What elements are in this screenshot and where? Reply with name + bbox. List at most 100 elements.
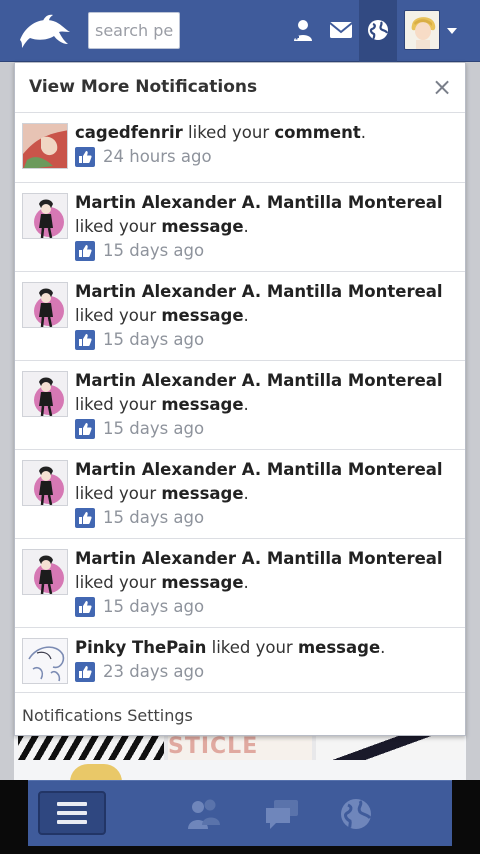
notification-timestamp: 15 days ago	[103, 330, 205, 349]
thumbs-up-icon	[75, 508, 95, 528]
notification-body: Martin Alexander A. Mantilla Montereal li…	[75, 547, 459, 619]
notification-actor[interactable]: Martin Alexander A. Mantilla Montereal	[75, 282, 443, 301]
messages-icon[interactable]	[328, 17, 354, 43]
notification-text: Martin Alexander A. Mantilla Montereal li…	[75, 280, 459, 328]
notification-avatar[interactable]	[22, 282, 68, 328]
notification-punctuation: .	[243, 395, 249, 414]
notification-object[interactable]: message	[161, 395, 243, 414]
notification-text: Martin Alexander A. Mantilla Montereal li…	[75, 369, 459, 417]
thumbs-up-icon	[75, 597, 95, 617]
background-image-right	[316, 734, 464, 760]
notifications-globe-icon	[368, 20, 389, 40]
notification-avatar[interactable]	[22, 371, 68, 417]
notification-actor[interactable]: Martin Alexander A. Mantilla Montereal	[75, 549, 443, 568]
notification-meta: 15 days ago	[75, 417, 459, 441]
thumbs-up-icon	[75, 241, 95, 261]
notification-object[interactable]: message	[161, 306, 243, 325]
pink-circle-figure-avatar	[23, 194, 67, 238]
notification-punctuation: .	[380, 638, 386, 657]
notification-meta: 15 days ago	[75, 328, 459, 352]
notification-item[interactable]: Pinky ThePain liked your message. 23 days…	[15, 628, 465, 693]
notification-item[interactable]: Martin Alexander A. Mantilla Montereal li…	[15, 272, 465, 361]
notification-punctuation: .	[243, 306, 249, 325]
notification-actor[interactable]: Pinky ThePain	[75, 638, 206, 657]
notification-verb: liked your	[75, 217, 162, 236]
notification-verb: liked your	[206, 638, 298, 657]
friends-icon[interactable]	[186, 797, 222, 831]
user-avatar-image	[405, 11, 439, 49]
notification-avatar[interactable]	[22, 549, 68, 595]
notification-verb: liked your	[75, 573, 162, 592]
notification-timestamp: 15 days ago	[103, 508, 205, 527]
notification-text: cagedfenrir liked your comment.	[75, 121, 459, 145]
pink-circle-figure-avatar	[23, 372, 67, 416]
notification-item[interactable]: Martin Alexander A. Mantilla Montereal li…	[15, 450, 465, 539]
anime-red-avatar	[23, 124, 67, 168]
chat-icon[interactable]	[264, 797, 300, 831]
notification-avatar[interactable]	[22, 460, 68, 506]
notification-meta: 23 days ago	[75, 660, 459, 684]
notification-avatar[interactable]	[22, 123, 68, 169]
panel-header: View More Notifications ×	[15, 63, 465, 113]
thumbs-up-icon	[75, 419, 95, 439]
pink-circle-figure-avatar	[23, 550, 67, 594]
notification-avatar[interactable]	[22, 193, 68, 239]
notification-body: Pinky ThePain liked your message. 23 days…	[75, 636, 459, 684]
notification-body: Martin Alexander A. Mantilla Montereal li…	[75, 280, 459, 352]
notification-meta: 15 days ago	[75, 595, 459, 619]
notification-timestamp: 15 days ago	[103, 241, 205, 260]
pink-circle-figure-avatar	[23, 461, 67, 505]
notification-item[interactable]: Martin Alexander A. Mantilla Montereal li…	[15, 539, 465, 628]
notification-list: cagedfenrir liked your comment. 24 hours …	[15, 113, 465, 693]
background-image-strip: STICLE TEABA	[18, 734, 464, 760]
user-avatar[interactable]	[404, 10, 440, 50]
notification-verb: liked your	[75, 484, 162, 503]
notification-actor[interactable]: cagedfenrir	[75, 123, 183, 142]
notification-item[interactable]: Martin Alexander A. Mantilla Montereal li…	[15, 183, 465, 272]
notifications-panel: View More Notifications × cagedfenrir li…	[14, 62, 466, 736]
background-image-left	[18, 734, 164, 760]
thumbs-up-icon	[75, 662, 95, 682]
notification-text: Martin Alexander A. Mantilla Montereal li…	[75, 191, 459, 239]
notification-punctuation: .	[243, 217, 249, 236]
notification-avatar[interactable]	[22, 638, 68, 684]
notification-object[interactable]: message	[298, 638, 380, 657]
globe-icon[interactable]	[338, 797, 374, 831]
notification-actor[interactable]: Martin Alexander A. Mantilla Montereal	[75, 460, 443, 479]
notification-body: cagedfenrir liked your comment. 24 hours …	[75, 121, 459, 169]
notification-timestamp: 24 hours ago	[103, 147, 212, 166]
background-image-text: STICLE TEABA	[168, 734, 312, 760]
notification-item[interactable]: cagedfenrir liked your comment. 24 hours …	[15, 113, 465, 183]
thumbs-up-icon	[75, 147, 95, 167]
notification-meta: 15 days ago	[75, 239, 459, 263]
notification-punctuation: .	[360, 123, 366, 142]
notification-meta: 15 days ago	[75, 506, 459, 530]
notification-body: Martin Alexander A. Mantilla Montereal li…	[75, 369, 459, 441]
chevron-down-icon[interactable]	[446, 26, 458, 36]
notification-actor[interactable]: Martin Alexander A. Mantilla Montereal	[75, 371, 443, 390]
notification-object[interactable]: message	[161, 484, 243, 503]
friend-requests-icon[interactable]	[290, 17, 316, 43]
notification-item[interactable]: Martin Alexander A. Mantilla Montereal li…	[15, 361, 465, 450]
view-more-notifications-link[interactable]: View More Notifications	[29, 77, 257, 97]
notification-body: Martin Alexander A. Mantilla Montereal li…	[75, 458, 459, 530]
top-navigation-bar	[0, 0, 480, 62]
notifications-settings-link[interactable]: Notifications Settings	[15, 697, 465, 735]
close-icon[interactable]: ×	[431, 75, 453, 99]
search-input[interactable]	[88, 12, 180, 49]
notification-object[interactable]: comment	[274, 123, 360, 142]
notification-punctuation: .	[243, 484, 249, 503]
pink-circle-figure-avatar	[23, 283, 67, 327]
menu-icon[interactable]	[38, 791, 106, 835]
notification-object[interactable]: message	[161, 573, 243, 592]
notification-verb: liked your	[182, 123, 275, 142]
dolphin-logo-icon[interactable]	[16, 10, 72, 52]
thumbs-up-icon	[75, 330, 95, 350]
notification-actor[interactable]: Martin Alexander A. Mantilla Montereal	[75, 193, 443, 212]
notification-text: Martin Alexander A. Mantilla Montereal li…	[75, 547, 459, 595]
sketch-avatar	[23, 639, 67, 683]
notification-verb: liked your	[75, 395, 162, 414]
notifications-tab[interactable]	[359, 0, 397, 62]
notification-object[interactable]: message	[161, 217, 243, 236]
notification-text: Pinky ThePain liked your message.	[75, 636, 459, 660]
